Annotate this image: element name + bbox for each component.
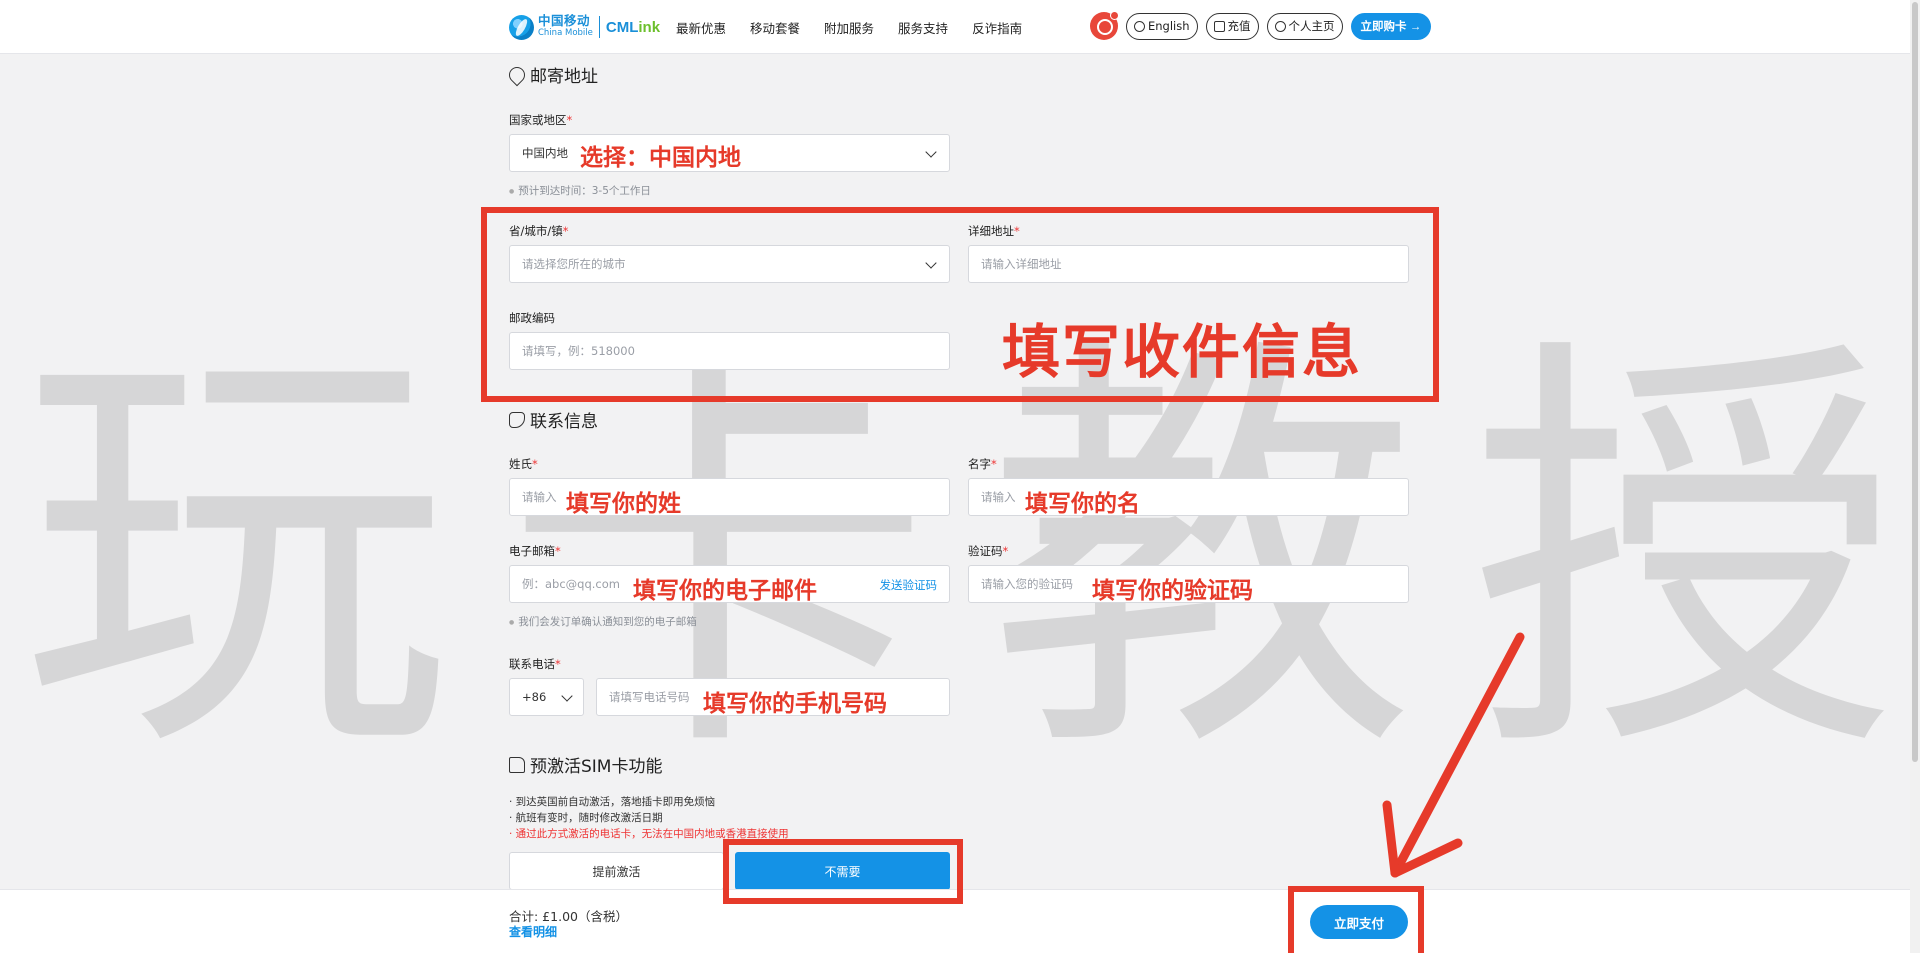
sim-bullet: · 到达英国前自动激活，落地插卡即用免烦恼: [509, 796, 716, 808]
logo-cn-text: 中国移动: [538, 13, 591, 28]
annotation-fill-surname: 填写你的姓: [566, 491, 681, 517]
logo-divider: [598, 16, 600, 38]
top-navigation-bar: 中国移动 China Mobile CMLink 最新优惠 移动套餐 附加服务 …: [0, 0, 1920, 54]
nav-item-support[interactable]: 服务支持: [898, 18, 948, 37]
country-code-select[interactable]: +86: [509, 678, 584, 716]
annotation-arrow-icon: [1382, 632, 1525, 878]
pre-activate-option[interactable]: 提前激活: [509, 852, 724, 890]
send-code-button[interactable]: 发送验证码: [880, 577, 938, 593]
annotation-fill-name: 填写你的名: [1025, 491, 1140, 517]
recharge-label: 充值: [1227, 19, 1251, 33]
watermark-char: 授: [1469, 305, 1900, 805]
account-button[interactable]: 个人主页: [1266, 12, 1343, 40]
location-pin-icon: [505, 63, 529, 86]
sim-section-title: 预激活SIM卡功能: [509, 752, 662, 777]
customer-service-icon[interactable]: [1090, 11, 1119, 40]
header-actions: English 充值 个人主页 立即购卡 →: [1090, 11, 1432, 40]
chevron-down-icon: [561, 690, 573, 702]
globe-icon: [1134, 20, 1145, 32]
watermark-char: 玩: [20, 305, 450, 805]
annotation-fill-code: 填写你的验证码: [1092, 578, 1253, 604]
phone-label: 联系电话*: [509, 657, 561, 671]
name-label: 名字*: [968, 457, 997, 471]
sim-card-icon: [509, 756, 525, 773]
annotation-fill-receiver: 填写收件信息: [1002, 318, 1363, 386]
card-icon: [1213, 20, 1225, 32]
contact-section-title: 联系信息: [509, 407, 598, 432]
recharge-button[interactable]: 充值: [1205, 12, 1259, 40]
nav-item-addons[interactable]: 附加服务: [824, 18, 874, 37]
annotation-choose-country: 选择：中国内地: [580, 145, 741, 171]
sim-bullet: · 航班有变时，随时修改激活日期: [509, 812, 663, 824]
email-hint: 我们会发订单确认通知到您的电子邮箱: [509, 614, 697, 629]
china-mobile-logo-icon: [509, 14, 534, 40]
main-nav: 最新优惠 移动套餐 附加服务 服务支持 反诈指南: [676, 18, 1022, 37]
buy-card-button[interactable]: 立即购卡 →: [1350, 12, 1432, 40]
email-label: 电子邮箱*: [509, 544, 561, 558]
chevron-down-icon: [925, 146, 937, 158]
annotation-box-no-activation: [723, 839, 963, 904]
cmlink-logo: CMLink: [605, 18, 661, 36]
logo-en-text: China Mobile: [538, 28, 593, 38]
code-label: 验证码*: [968, 544, 1009, 558]
country-label: 国家或地区*: [509, 113, 573, 127]
annotation-fill-email: 填写你的电子邮件: [633, 578, 817, 604]
view-details-link[interactable]: 查看明细: [509, 923, 557, 940]
surname-label: 姓氏*: [509, 457, 538, 471]
delivery-time-hint: 预计到达时间：3-5个工作日: [509, 183, 651, 198]
page-scrollbar[interactable]: [1910, 0, 1920, 953]
annotation-box-pay: [1288, 886, 1424, 953]
nav-item-antifraud[interactable]: 反诈指南: [972, 18, 1022, 37]
mailing-section-title: 邮寄地址: [505, 62, 598, 87]
language-label: English: [1148, 19, 1190, 33]
phone-icon: [509, 411, 525, 428]
account-label: 个人主页: [1288, 19, 1335, 33]
user-icon: [1274, 20, 1286, 32]
scrollbar-thumb[interactable]: [1912, 2, 1918, 762]
language-button[interactable]: English: [1126, 12, 1198, 40]
china-mobile-logo[interactable]: 中国移动 China Mobile CMLink: [509, 13, 660, 41]
nav-item-offers[interactable]: 最新优惠: [676, 18, 726, 37]
nav-item-plans[interactable]: 移动套餐: [750, 18, 800, 37]
annotation-fill-phone: 填写你的手机号码: [703, 691, 887, 717]
